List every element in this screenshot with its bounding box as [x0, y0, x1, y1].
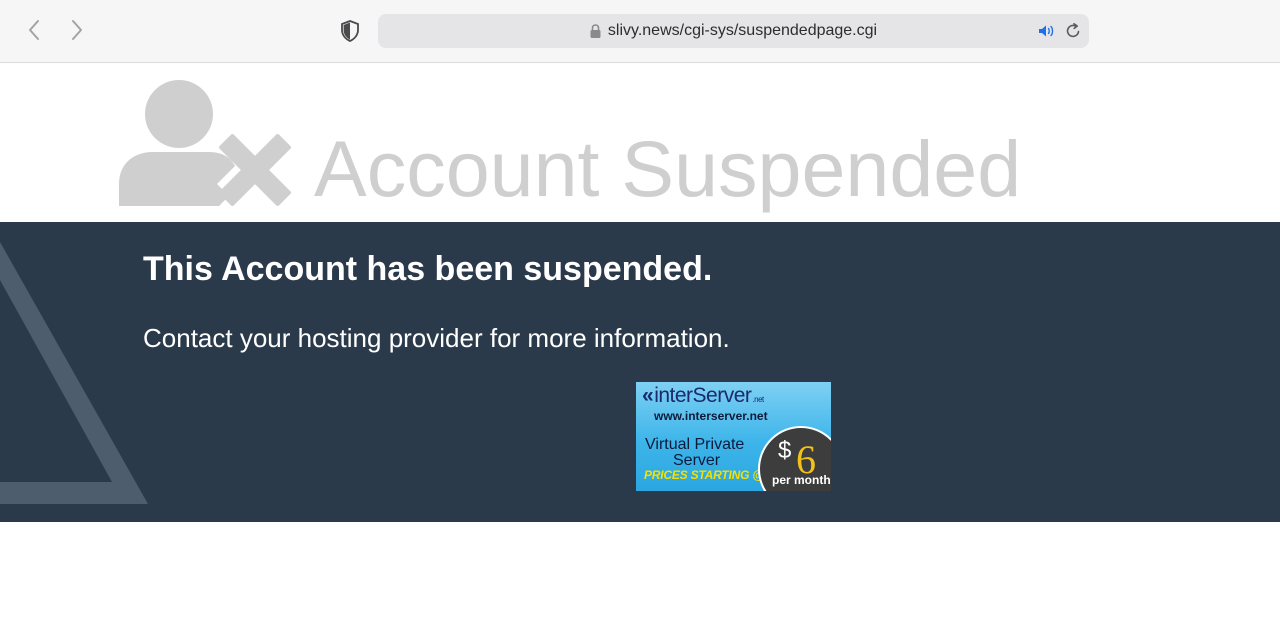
ad-logo-text: interServer	[654, 384, 752, 407]
ad-price-badge: $ 6 per month	[758, 426, 831, 491]
page-header: Account Suspended	[0, 64, 1280, 222]
reload-icon	[1066, 23, 1080, 38]
forward-button[interactable]	[63, 16, 91, 44]
contact-message: Contact your hosting provider for more i…	[143, 323, 730, 353]
ad-currency: $	[778, 437, 792, 464]
chevron-left-icon	[29, 20, 39, 40]
suspension-notice: This Account has been suspended. Contact…	[0, 222, 1280, 522]
audio-button[interactable]	[1037, 23, 1057, 39]
browser-toolbar: slivy.news/cgi-sys/suspendedpage.cgi	[0, 0, 1280, 63]
back-button[interactable]	[20, 16, 48, 44]
ad-logo: «interServer.net	[642, 384, 764, 408]
ad-logo-suffix: .net	[752, 395, 764, 404]
shield-icon	[341, 20, 359, 42]
triangle-decoration	[0, 242, 148, 504]
lock-icon	[590, 24, 601, 38]
ad-prices-label: PRICES STARTING @	[644, 468, 764, 482]
ad-period: per month	[772, 473, 831, 487]
chevron-right-icon	[72, 20, 82, 40]
user-x-icon	[119, 80, 291, 206]
ad-url: www.interserver.net	[654, 409, 768, 423]
reload-button[interactable]	[1064, 22, 1082, 40]
address-bar[interactable]: slivy.news/cgi-sys/suspendedpage.cgi	[378, 14, 1089, 48]
url-text: slivy.news/cgi-sys/suspendedpage.cgi	[607, 22, 878, 39]
ad-logo-mark-icon: «	[642, 384, 654, 407]
speaker-icon	[1039, 25, 1054, 37]
suspension-headline: This Account has been suspended.	[143, 250, 713, 288]
page-title: Account Suspended	[314, 124, 1022, 213]
interserver-ad-banner[interactable]: «interServer.net www.interserver.net Vir…	[636, 382, 831, 491]
privacy-report-button[interactable]	[338, 18, 362, 44]
